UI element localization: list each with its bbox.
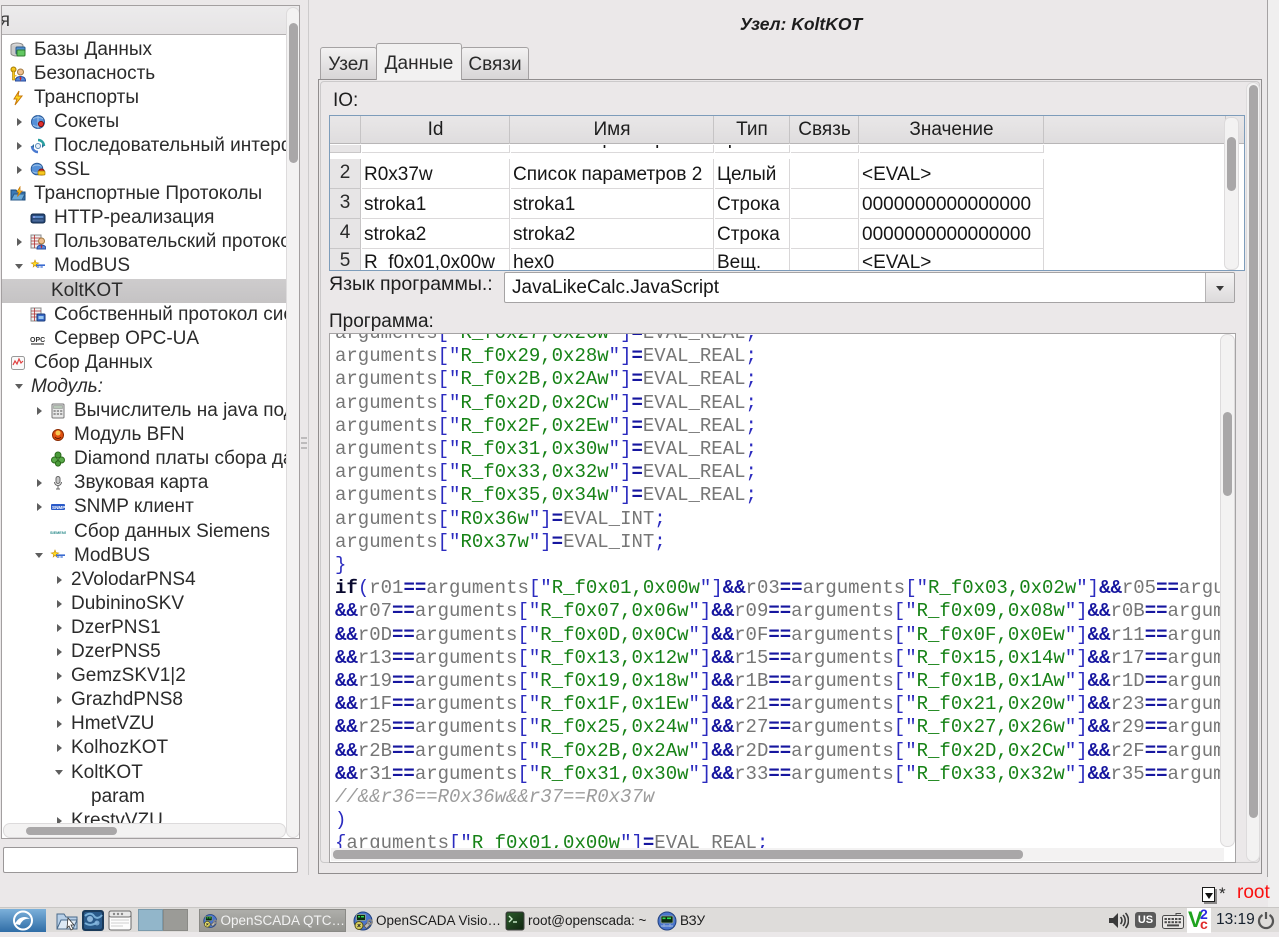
svg-text:SNMP: SNMP: [52, 505, 65, 510]
svg-text:SIEMENS: SIEMENS: [50, 531, 66, 535]
svg-text:OPC: OPC: [30, 337, 45, 344]
